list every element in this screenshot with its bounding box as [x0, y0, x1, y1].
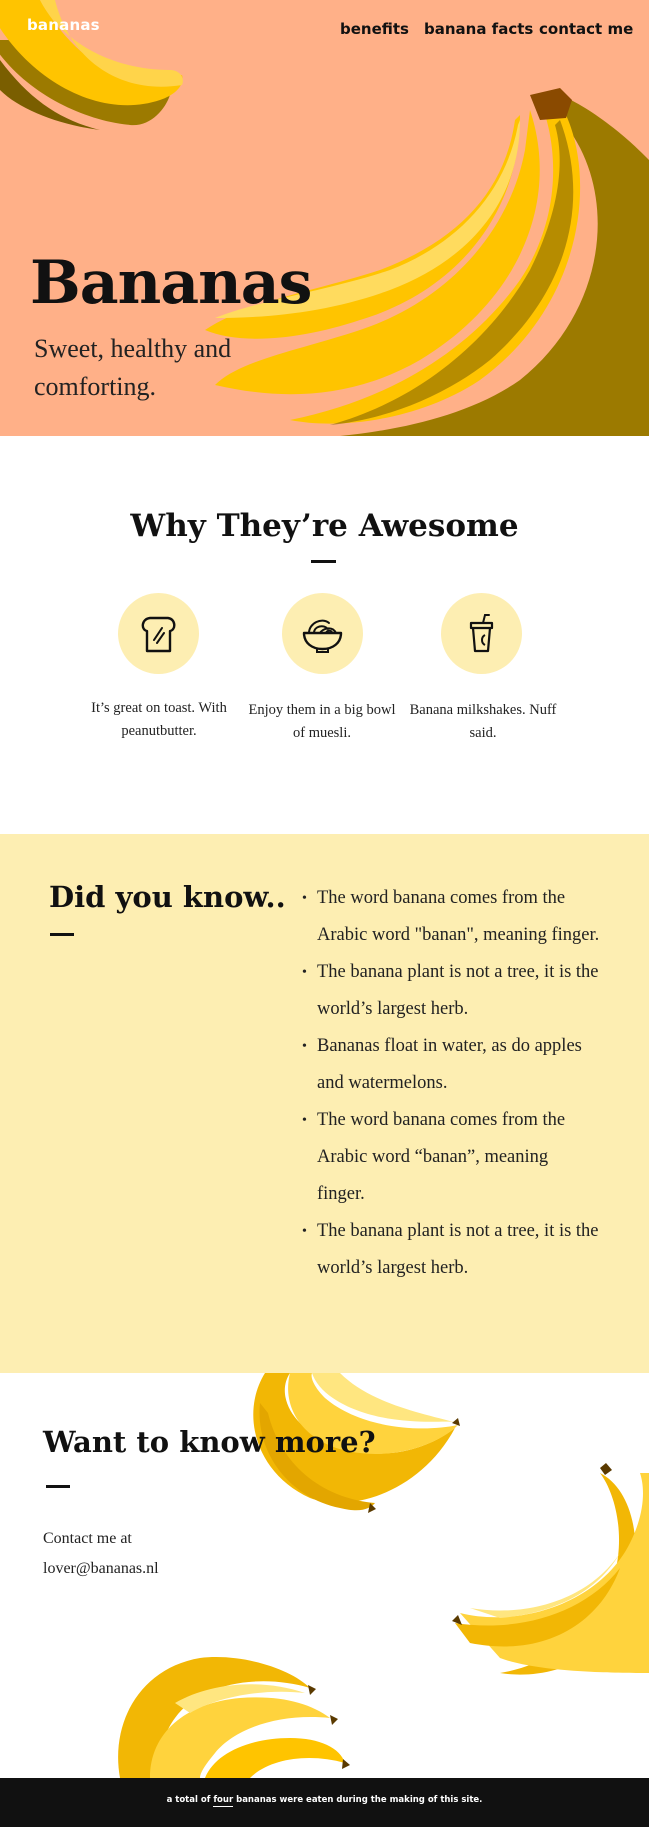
facts-section: Did you know.. The word banana comes fro… [0, 834, 649, 1373]
feature-text-milkshake: Banana milkshakes. Nuff said. [409, 702, 557, 741]
more-title: Want to know more? [43, 1425, 376, 1459]
contact-label: Contact me at [43, 1530, 132, 1547]
hero-section: bananas benefits banana facts contact me… [0, 0, 649, 436]
footer-text-after: bananas were eaten during the making of … [236, 1795, 483, 1805]
contact-block: Contact me at lover@bananas.nl [43, 1524, 159, 1584]
footer-count: four [213, 1795, 234, 1807]
muesli-bowl-icon-circle [282, 593, 363, 674]
footer-text-before: a total of [166, 1795, 211, 1805]
why-section-title: Why They’re Awesome [130, 508, 519, 544]
fact-item: Bananas float in water, as do apples and… [300, 1028, 600, 1102]
facts-list: The word banana comes from the Arabic wo… [300, 880, 600, 1287]
muesli-bowl-icon [302, 619, 343, 653]
fact-item: The banana plant is not a tree, it is th… [300, 954, 600, 1028]
milkshake-icon-circle [441, 593, 522, 674]
fact-item: The banana plant is not a tree, it is th… [300, 1213, 600, 1287]
more-divider [46, 1485, 70, 1488]
title-divider [311, 560, 336, 563]
facts-title: Did you know.. [49, 880, 286, 914]
nav-banana-facts[interactable]: banana facts [424, 20, 533, 38]
milkshake-cup-icon [469, 614, 494, 653]
fact-item: The word banana comes from the Arabic wo… [300, 1102, 600, 1213]
hero-subtitle: Sweet, healthy and comforting. [34, 334, 232, 401]
footer-text: a total of four bananas were eaten durin… [0, 1795, 649, 1807]
footer: a total of four bananas were eaten durin… [0, 1778, 649, 1827]
facts-divider [50, 933, 74, 936]
feature-text-muesli: Enjoy them in a big bowl of muesli. [248, 702, 396, 741]
toast-icon-circle [118, 593, 199, 674]
site-logo[interactable]: bananas [27, 16, 100, 34]
fact-item: The word banana comes from the Arabic wo… [300, 880, 600, 954]
toast-icon [141, 616, 176, 653]
feature-text-toast: It’s great on toast. With peanutbutter. [91, 700, 227, 739]
hero-title: Bananas [30, 248, 312, 318]
contact-email-link[interactable]: lover@bananas.nl [43, 1554, 159, 1584]
nav-contact-me[interactable]: contact me [539, 20, 633, 38]
nav-benefits[interactable]: benefits [340, 20, 409, 38]
